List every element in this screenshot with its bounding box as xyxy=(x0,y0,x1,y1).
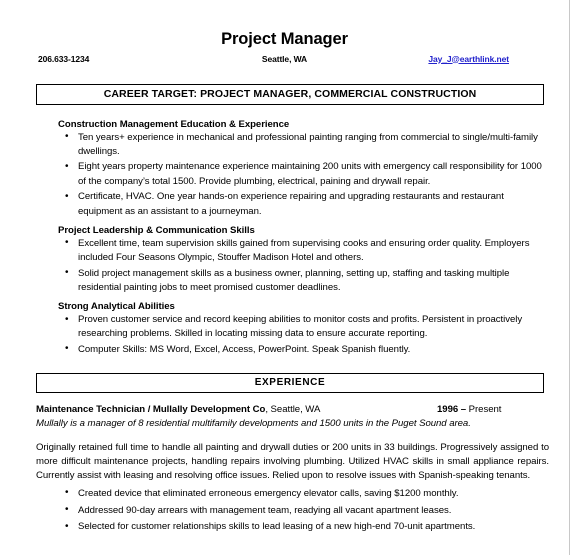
career-target-banner: CAREER TARGET: PROJECT MANAGER, COMMERCI… xyxy=(36,83,544,105)
contact-row: 206.633-1234 Seattle, WA Jay_J@earthlink… xyxy=(0,54,569,72)
experience-achievement-list: Created device that eliminated erroneous… xyxy=(36,486,549,535)
experience-header-row: Maintenance Technician / Mullally Develo… xyxy=(36,403,549,417)
experience-company-tagline: Mullally is a manager of 8 residential m… xyxy=(36,417,471,429)
bullet-list-construction-management: Ten years+ experience in mechanical and … xyxy=(58,130,544,219)
list-item: Computer Skills: MS Word, Excel, Access,… xyxy=(58,342,544,357)
list-item: Ten years+ experience in mechanical and … xyxy=(58,130,544,159)
list-item: Excellent time, team supervision skills … xyxy=(58,236,544,265)
experience-job-location: , Seattle, WA xyxy=(265,403,321,415)
section-heading-analytical-abilities: Strong Analytical Abilities xyxy=(58,301,175,313)
experience-date-range: 1996 – Present xyxy=(437,403,501,417)
list-item: Eight years property maintenance experie… xyxy=(58,160,544,188)
list-item: Certificate, HVAC. One year hands-on exp… xyxy=(58,190,544,218)
experience-date-end: Present xyxy=(466,403,502,415)
section-heading-construction-management: Construction Management Education & Expe… xyxy=(58,118,290,130)
experience-entry: Maintenance Technician / Mullally Develo… xyxy=(0,403,569,535)
list-item: Addressed 90-day arrears with management… xyxy=(58,503,549,518)
list-item: Proven customer service and record keepi… xyxy=(58,313,544,341)
list-item: Selected for customer relationships skil… xyxy=(58,520,549,534)
experience-job-title: Maintenance Technician / Mullally Develo… xyxy=(36,403,266,415)
list-item: Created device that eliminated erroneous… xyxy=(58,486,549,501)
bullet-list-project-leadership: Excellent time, team supervision skills … xyxy=(58,236,544,295)
page-title: Project Manager xyxy=(221,30,348,48)
resume-sheet: Project Manager 206.633-1234 Seattle, WA… xyxy=(0,0,569,555)
page-edge-line xyxy=(569,0,570,555)
experience-banner: EXPERIENCE xyxy=(36,372,544,393)
bullet-list-analytical-abilities: Proven customer service and record keepi… xyxy=(58,313,544,357)
contact-email-link[interactable]: Jay_J@earthlink.net xyxy=(428,54,509,64)
qualifications-content: Construction Management Education & Expe… xyxy=(0,119,569,358)
section-heading-project-leadership: Project Leadership & Communication Skill… xyxy=(58,224,255,236)
experience-date-start: 1996 – xyxy=(437,403,467,415)
list-item: Solid project management skills as a bus… xyxy=(58,266,544,295)
resume-page: Project Manager 206.633-1234 Seattle, WA… xyxy=(0,0,585,555)
experience-description-paragraph: Originally retained full time to handle … xyxy=(36,441,549,482)
